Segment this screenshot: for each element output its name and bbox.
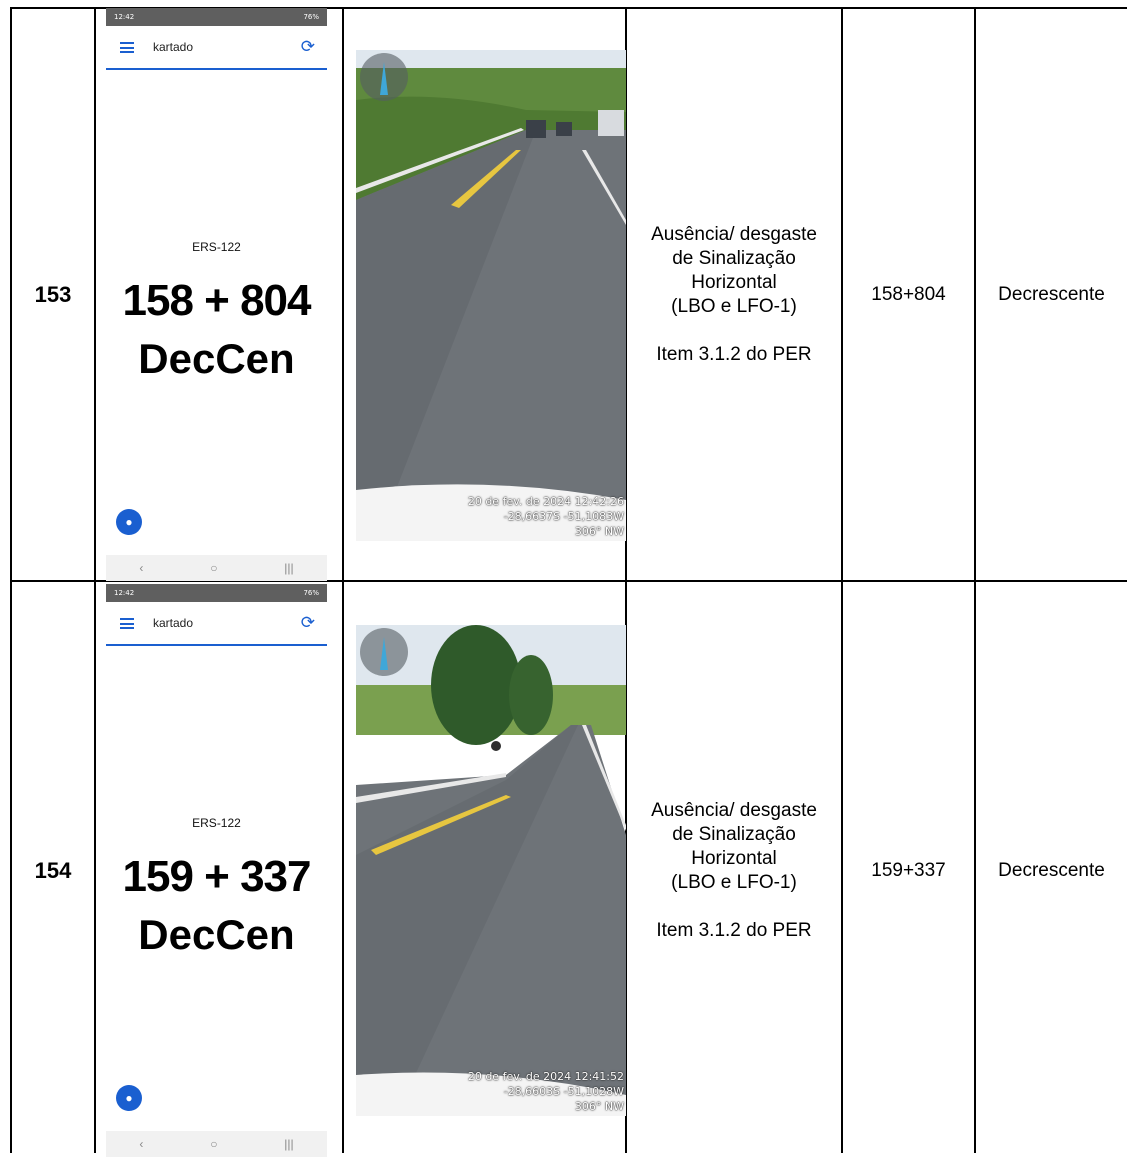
hamburger-icon[interactable] (120, 618, 134, 629)
description-line: de Sinalização (672, 823, 796, 845)
description-line: (LBO e LFO-1) (671, 871, 797, 893)
battery-level: 76% (303, 13, 319, 21)
status-time: 12:42 (114, 589, 135, 597)
per-item: Item 3.1.2 do PER (656, 919, 812, 941)
row-number: 153 (34, 281, 72, 307)
table-row: 154 12:42 76% kartado ⟳ ERS-122 159 + 33… (0, 584, 1127, 1157)
status-bar: 12:42 76% (106, 8, 327, 26)
hamburger-icon[interactable] (120, 42, 134, 53)
photo-coordinates: -28,6637S -51,1083W (503, 510, 624, 523)
app-bar: kartado ⟳ (106, 28, 327, 68)
home-icon[interactable]: ○ (210, 1137, 217, 1151)
description-line: Horizontal (691, 847, 777, 869)
direction-value: Decrescente (998, 859, 1105, 881)
recents-icon[interactable]: ||| (284, 561, 293, 575)
photo-heading: 306° NW (574, 525, 624, 538)
direction-value: Decrescente (998, 283, 1105, 305)
photo-date: 20 de fev. de 2024 12:41:52 (467, 1070, 624, 1083)
location-pin-icon[interactable]: ● (116, 1085, 142, 1111)
lane-code: DecCen (138, 911, 295, 958)
back-icon[interactable]: ‹ (139, 561, 143, 575)
description-line: de Sinalização (672, 247, 796, 269)
app-bar-underline (106, 644, 327, 646)
photo-coordinates: -28,6603S -51,1028W (503, 1085, 624, 1098)
app-title: kartado (153, 616, 194, 630)
lane-code: DecCen (138, 335, 295, 382)
km-value: 158+804 (871, 283, 946, 305)
per-item: Item 3.1.2 do PER (656, 343, 812, 365)
kilometer-display: 159 + 337 (122, 852, 312, 901)
km-value: 159+337 (871, 859, 946, 881)
phone-screenshot: 12:42 76% kartado ⟳ ERS-122 159 + 337 De… (106, 584, 327, 1157)
occurrence-description: Ausência/ desgaste de Sinalização Horizo… (628, 8, 840, 581)
sync-icon[interactable]: ⟳ (301, 37, 315, 57)
sync-icon[interactable]: ⟳ (301, 613, 315, 633)
road-code: ERS-122 (192, 816, 241, 830)
app-bar: kartado ⟳ (106, 604, 327, 644)
location-pin-icon[interactable]: ● (116, 509, 142, 535)
photo-timestamp: 20 de fev. de 2024 12:41:52 -28,6603S -5… (468, 1069, 624, 1114)
road-code: ERS-122 (192, 240, 241, 254)
back-icon[interactable]: ‹ (139, 1137, 143, 1151)
android-nav-bar: ‹ ○ ||| (106, 555, 327, 581)
road-photo: 20 de fev. de 2024 12:41:52 -28,6603S -5… (356, 625, 626, 1116)
description-line: Ausência/ desgaste (651, 799, 817, 821)
photo-heading: 306° NW (574, 1100, 624, 1113)
row-number: 154 (34, 857, 72, 883)
kilometer-display: 158 + 804 (122, 276, 312, 325)
description-line: (LBO e LFO-1) (671, 295, 797, 317)
photo-timestamp: 20 de fev. de 2024 12:42:26 -28,6637S -5… (468, 494, 624, 539)
app-bar-underline (106, 68, 327, 70)
recents-icon[interactable]: ||| (284, 1137, 293, 1151)
occurrence-description: Ausência/ desgaste de Sinalização Horizo… (628, 584, 840, 1157)
android-nav-bar: ‹ ○ ||| (106, 1131, 327, 1157)
status-time: 12:42 (114, 13, 135, 21)
app-title: kartado (153, 40, 194, 54)
phone-screenshot: 12:42 76% kartado ⟳ ERS-122 158 + 804 De… (106, 8, 327, 581)
photo-date: 20 de fev. de 2024 12:42:26 (467, 495, 624, 508)
home-icon[interactable]: ○ (210, 561, 217, 575)
description-line: Ausência/ desgaste (651, 223, 817, 245)
battery-level: 76% (303, 589, 319, 597)
road-photo: 20 de fev. de 2024 12:42:26 -28,6637S -5… (356, 50, 626, 541)
table-row: 153 12:42 76% kartado ⟳ ERS-122 158 + 80… (0, 8, 1127, 581)
status-bar: 12:42 76% (106, 584, 327, 602)
description-line: Horizontal (691, 271, 777, 293)
